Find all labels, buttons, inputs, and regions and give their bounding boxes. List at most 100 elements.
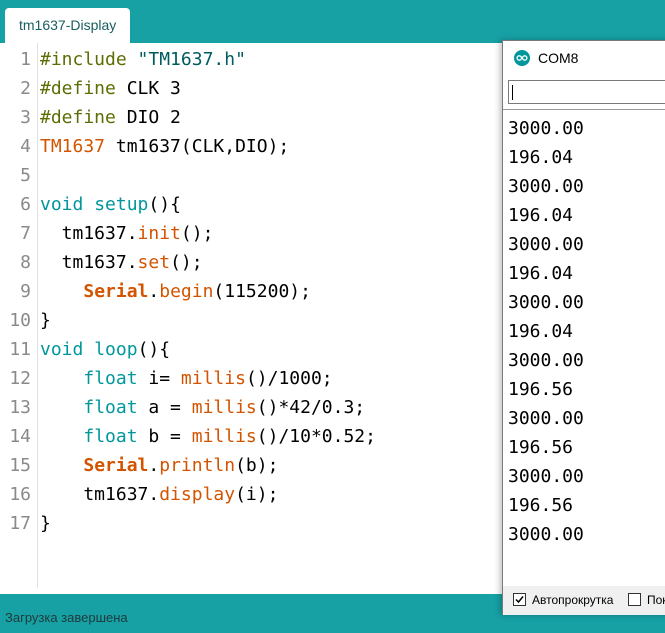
line-number: 5 xyxy=(20,165,31,186)
autoscroll-checkbox[interactable] xyxy=(513,593,526,606)
serial-monitor-window[interactable]: COM8 3000.00 196.04 3000.00 196.04 3000.00 19… xyxy=(502,40,665,615)
code-token: } xyxy=(40,310,51,331)
serial-output-line: 196.56 xyxy=(508,379,574,400)
code-text: #define CLK 3 xyxy=(40,74,181,103)
code-text: void loop(){ xyxy=(40,335,170,364)
line-number: 12 xyxy=(9,368,31,389)
code-token: #define xyxy=(40,107,116,128)
code-token: millis xyxy=(180,368,246,389)
code-text: } xyxy=(40,306,51,335)
code-text: Serial.println(b); xyxy=(40,451,278,480)
code-token: #include xyxy=(40,49,138,70)
code-text: Serial.begin(115200); xyxy=(40,277,311,306)
line-number: 13 xyxy=(9,397,31,418)
line-number: 1 xyxy=(20,49,31,70)
line-number: 2 xyxy=(20,78,31,99)
line-number: 6 xyxy=(20,194,31,215)
show-timestamp-checkbox[interactable] xyxy=(628,593,641,606)
serial-output-line: 3000.00 xyxy=(508,524,584,545)
code-text: tm1637.init(); xyxy=(40,219,214,248)
code-text: float i= millis()/1000; xyxy=(40,364,333,393)
show-timestamp-label: Пок xyxy=(647,593,665,607)
serial-output-line: 3000.00 xyxy=(508,234,584,255)
code-token: tm1637. xyxy=(40,223,138,244)
code-text: TM1637 tm1637(CLK,DIO); xyxy=(40,132,289,161)
line-number: 11 xyxy=(9,339,31,360)
code-token: (){ xyxy=(137,339,171,360)
status-text: Загрузка завершена xyxy=(5,610,128,625)
arduino-icon xyxy=(514,50,530,66)
tab-sketch[interactable]: tm1637-Display xyxy=(5,8,131,43)
code-text: float a = millis()*42/0.3; xyxy=(40,393,365,422)
code-token: millis xyxy=(191,426,257,447)
code-token: (); xyxy=(170,252,203,273)
serial-output-line: 196.04 xyxy=(508,321,574,342)
code-token: ()/10*0.52; xyxy=(256,426,376,447)
code-token: set xyxy=(137,252,171,273)
code-token: void xyxy=(40,194,84,215)
code-token: ()/1000; xyxy=(245,368,333,389)
serial-monitor-titlebar[interactable]: COM8 xyxy=(503,41,665,75)
serial-output-area[interactable]: 3000.00 196.04 3000.00 196.04 3000.00 196.04 3… xyxy=(503,109,665,587)
line-number: 15 xyxy=(9,455,31,476)
serial-output-line: 196.04 xyxy=(508,147,574,168)
code-token: float xyxy=(83,397,138,418)
code-token: Serial xyxy=(83,281,149,302)
code-text: void setup(){ xyxy=(40,190,181,219)
code-token: CLK 3 xyxy=(115,78,181,99)
code-text: } xyxy=(40,509,51,538)
code-token: void xyxy=(40,339,84,360)
code-token: tm1637(CLK,DIO); xyxy=(105,136,290,157)
serial-send-input[interactable] xyxy=(508,80,665,104)
code-text: tm1637.set(); xyxy=(40,248,203,277)
code-token: "TM1637.h" xyxy=(137,49,246,70)
serial-output-line: 3000.00 xyxy=(508,350,584,371)
serial-output-line: 196.04 xyxy=(508,263,574,284)
serial-output-line: 3000.00 xyxy=(508,466,584,487)
serial-output-line: 196.56 xyxy=(508,495,574,516)
code-token: Serial xyxy=(83,455,149,476)
serial-monitor-footer: Автопрокрутка Пок xyxy=(503,586,665,615)
serial-output-line: 3000.00 xyxy=(508,118,584,139)
code-token: float xyxy=(83,426,138,447)
code-token: (b); xyxy=(235,455,279,476)
serial-output-line: 3000.00 xyxy=(508,292,584,313)
check-icon xyxy=(515,596,524,604)
autoscroll-label: Автопрокрутка xyxy=(532,593,614,607)
line-number: 4 xyxy=(20,136,31,157)
code-token: loop xyxy=(94,339,138,360)
code-token: (i); xyxy=(235,484,279,505)
code-token: init xyxy=(137,223,181,244)
code-token: . xyxy=(148,281,160,302)
code-token: b = xyxy=(137,426,192,447)
code-token: ()*42/0.3; xyxy=(256,397,366,418)
code-token: i= xyxy=(137,368,181,389)
code-token: (){ xyxy=(148,194,181,215)
editor-tab-bar: tm1637-Display xyxy=(0,0,665,43)
code-token: #define xyxy=(40,78,116,99)
line-number: 16 xyxy=(9,484,31,505)
code-token: float xyxy=(83,368,138,389)
line-number: 10 xyxy=(9,310,31,331)
serial-port-title: COM8 xyxy=(538,50,579,66)
serial-output-line: 3000.00 xyxy=(508,408,584,429)
code-token: begin xyxy=(159,281,214,302)
code-token: setup xyxy=(94,194,149,215)
serial-output-line: 196.04 xyxy=(508,205,574,226)
line-number: 3 xyxy=(20,107,31,128)
code-token: TM1637 xyxy=(40,136,106,157)
code-token: (115200); xyxy=(213,281,311,302)
code-text: float b = millis()/10*0.52; xyxy=(40,422,376,451)
code-text: tm1637.display(i); xyxy=(40,480,278,509)
code-token: display xyxy=(159,484,236,505)
code-token: println xyxy=(159,455,236,476)
line-number: 14 xyxy=(9,426,31,447)
code-token: DIO 2 xyxy=(115,107,181,128)
